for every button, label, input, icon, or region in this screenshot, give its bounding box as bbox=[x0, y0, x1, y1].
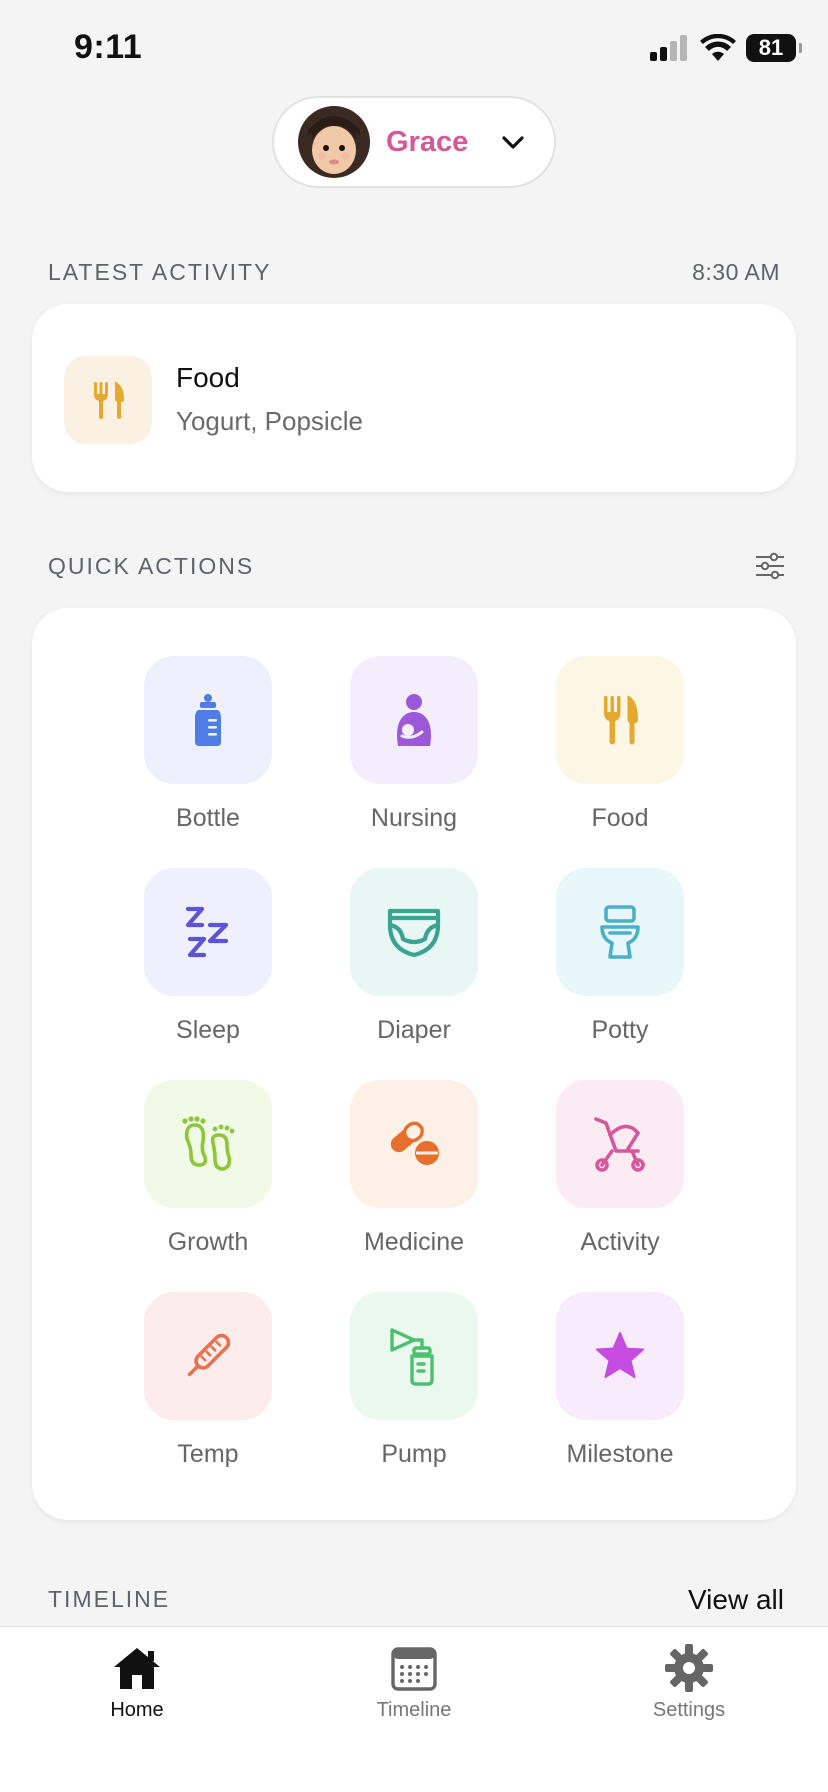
chevron-down-icon bbox=[502, 136, 524, 149]
quick-action-activity[interactable]: Activity bbox=[530, 1080, 710, 1270]
sleep-icon bbox=[185, 906, 229, 958]
latest-activity-title: Food bbox=[176, 362, 240, 393]
quick-action-label: Sleep bbox=[176, 1016, 240, 1044]
avatar bbox=[298, 106, 370, 178]
calendar-icon bbox=[391, 1647, 437, 1691]
quick-action-growth[interactable]: Growth bbox=[118, 1080, 298, 1270]
footprints-icon bbox=[182, 1116, 235, 1171]
quick-action-tile bbox=[144, 656, 272, 784]
latest-activity-time: 8:30 AM bbox=[692, 259, 780, 285]
wifi-icon bbox=[700, 34, 736, 61]
quick-action-tile bbox=[556, 1292, 684, 1420]
quick-action-nursing[interactable]: Nursing bbox=[324, 656, 504, 846]
quick-action-tile bbox=[350, 1292, 478, 1420]
potty-icon bbox=[600, 905, 640, 959]
quick-action-tile bbox=[350, 656, 478, 784]
stroller-icon bbox=[594, 1117, 645, 1172]
quick-action-tile bbox=[556, 1080, 684, 1208]
latest-activity-card[interactable]: Food Yogurt, Popsicle bbox=[32, 304, 796, 492]
quick-actions-heading: QUICK ACTIONS bbox=[48, 553, 255, 579]
quick-action-label: Nursing bbox=[370, 804, 458, 832]
quick-action-tile bbox=[556, 656, 684, 784]
timeline-heading: TIMELINE bbox=[48, 1586, 171, 1612]
quick-action-tile bbox=[350, 868, 478, 996]
breast-pump-icon bbox=[390, 1328, 434, 1386]
thermometer-icon bbox=[187, 1333, 231, 1377]
diaper-icon bbox=[387, 908, 441, 958]
tab-label: Settings bbox=[652, 1699, 726, 1721]
fork-knife-icon bbox=[64, 356, 152, 444]
tab-bar: Home Timeline Settings bbox=[0, 1626, 828, 1792]
latest-activity-subtitle: Yogurt, Popsicle bbox=[176, 406, 363, 436]
quick-action-sleep[interactable]: Sleep bbox=[118, 868, 298, 1058]
tab-label: Timeline bbox=[376, 1699, 452, 1721]
gear-icon bbox=[665, 1644, 713, 1692]
quick-action-diaper[interactable]: Diaper bbox=[324, 868, 504, 1058]
quick-action-label: Bottle bbox=[176, 804, 240, 832]
nursing-icon bbox=[397, 694, 431, 746]
customize-actions-button[interactable] bbox=[750, 548, 790, 584]
fork-knife-icon bbox=[604, 695, 638, 745]
battery-level: 81 bbox=[758, 35, 784, 60]
quick-action-label: Food bbox=[591, 804, 649, 832]
pills-icon bbox=[390, 1121, 439, 1165]
signal-icon bbox=[650, 35, 687, 61]
battery-indicator: 81 bbox=[746, 34, 802, 62]
quick-action-label: Milestone bbox=[566, 1440, 674, 1468]
quick-action-tile bbox=[144, 1080, 272, 1208]
quick-action-label: Pump bbox=[381, 1440, 447, 1468]
quick-action-temp[interactable]: Temp bbox=[118, 1292, 298, 1482]
profile-switcher[interactable]: Grace bbox=[272, 96, 556, 188]
status-icons: 81 bbox=[650, 34, 802, 62]
tab-home[interactable]: Home bbox=[67, 1643, 207, 1722]
quick-action-label: Temp bbox=[177, 1440, 239, 1468]
quick-action-tile bbox=[556, 868, 684, 996]
quick-actions-card: Bottle Nursing Food Sleep Diaper Potty G… bbox=[32, 608, 796, 1520]
quick-action-label: Medicine bbox=[363, 1228, 465, 1256]
tab-timeline[interactable]: Timeline bbox=[344, 1643, 484, 1722]
quick-action-tile bbox=[144, 1292, 272, 1420]
quick-action-label: Diaper bbox=[377, 1016, 451, 1044]
quick-action-bottle[interactable]: Bottle bbox=[118, 656, 298, 846]
quick-action-pump[interactable]: Pump bbox=[324, 1292, 504, 1482]
tab-settings[interactable]: Settings bbox=[619, 1643, 759, 1722]
status-bar: 9:11 81 bbox=[0, 0, 828, 100]
latest-activity-heading: LATEST ACTIVITY bbox=[48, 259, 272, 285]
status-time: 9:11 bbox=[74, 28, 143, 66]
star-icon bbox=[596, 1332, 644, 1378]
quick-action-medicine[interactable]: Medicine bbox=[324, 1080, 504, 1270]
home-icon bbox=[114, 1648, 160, 1689]
quick-action-label: Growth bbox=[167, 1228, 249, 1256]
quick-action-milestone[interactable]: Milestone bbox=[530, 1292, 710, 1482]
quick-action-potty[interactable]: Potty bbox=[530, 868, 710, 1058]
quick-action-tile bbox=[144, 868, 272, 996]
sliders-icon bbox=[756, 552, 784, 580]
quick-action-tile bbox=[350, 1080, 478, 1208]
view-all-link[interactable]: View all bbox=[688, 1584, 784, 1616]
quick-action-food[interactable]: Food bbox=[530, 656, 710, 846]
bottle-icon bbox=[195, 694, 221, 746]
quick-action-label: Potty bbox=[591, 1016, 649, 1044]
tab-label: Home bbox=[110, 1699, 164, 1721]
profile-name: Grace bbox=[386, 125, 469, 158]
quick-action-label: Activity bbox=[580, 1228, 660, 1256]
